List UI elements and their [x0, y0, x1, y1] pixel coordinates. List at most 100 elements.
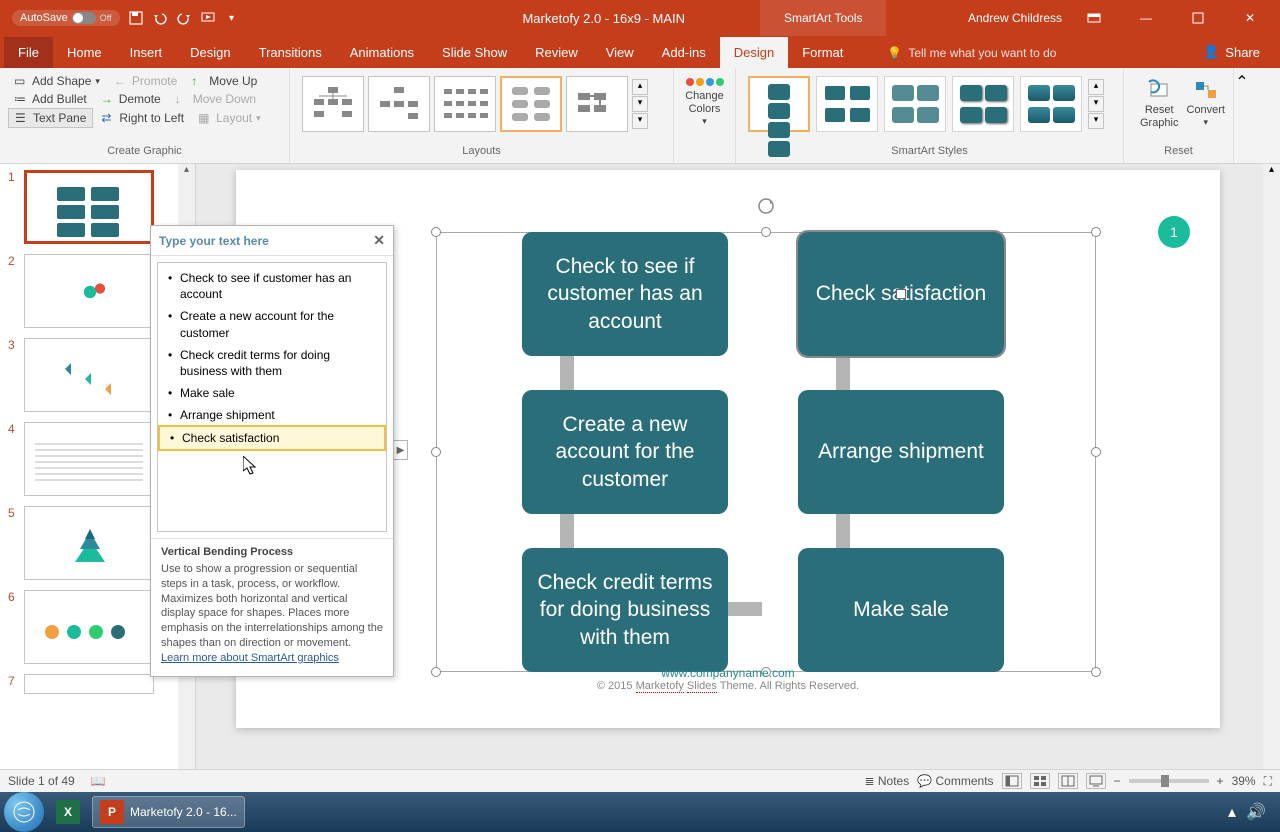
slider-thumb[interactable]	[1161, 775, 1169, 787]
style-option-5[interactable]	[1020, 76, 1082, 132]
layout-option-5[interactable]	[566, 76, 628, 132]
move-up-button[interactable]: ↑Move Up	[185, 72, 263, 90]
add-bullet-button[interactable]: ≔Add Bullet	[8, 90, 93, 108]
textpane-item-selected[interactable]: Check satisfaction	[158, 425, 386, 451]
slide-indicator[interactable]: Slide 1 of 49	[8, 774, 75, 788]
resize-handle[interactable]	[761, 227, 771, 237]
tab-review[interactable]: Review	[521, 37, 592, 68]
volume-icon[interactable]: 🔊	[1246, 802, 1266, 822]
demote-button[interactable]: →Demote	[95, 90, 167, 108]
tab-addins[interactable]: Add-ins	[648, 37, 720, 68]
convert-button[interactable]: Convert▾	[1186, 78, 1225, 130]
comments-button[interactable]: 💬 Comments	[917, 774, 993, 788]
promote-button[interactable]: ←Promote	[108, 72, 183, 90]
text-pane-popup[interactable]: Type your text here ✕ Check to see if cu…	[150, 225, 394, 677]
layout-option-3[interactable]	[434, 76, 496, 132]
tab-smartart-design[interactable]: Design	[720, 37, 788, 68]
normal-view-icon[interactable]	[1002, 773, 1022, 789]
slide-thumbnail-7[interactable]	[24, 674, 154, 694]
share-button[interactable]: 👤Share	[1183, 36, 1280, 68]
tab-home[interactable]: Home	[53, 37, 116, 68]
ribbon-display-icon[interactable]	[1074, 0, 1114, 36]
layouts-more[interactable]: ▴▾▾	[632, 76, 648, 132]
tab-insert[interactable]: Insert	[116, 37, 177, 68]
reading-view-icon[interactable]	[1058, 773, 1078, 789]
layout-button[interactable]: ▦Layout ▾	[192, 108, 267, 128]
tell-me-input[interactable]: 💡Tell me what you want to do	[857, 38, 1183, 68]
slide-thumbnail-3[interactable]	[24, 338, 154, 412]
undo-icon[interactable]	[152, 10, 168, 26]
reset-graphic-button[interactable]: Reset Graphic	[1132, 78, 1186, 130]
add-shape-button[interactable]: ▭Add Shape ▾	[8, 72, 106, 90]
spellcheck-icon[interactable]: 📖	[91, 774, 106, 788]
save-icon[interactable]	[128, 10, 144, 26]
fit-to-window-icon[interactable]: ⛶	[1264, 774, 1272, 789]
rtl-button[interactable]: ⇄Right to Left	[95, 108, 190, 128]
user-name[interactable]: Andrew Childress	[968, 11, 1062, 25]
style-option-2[interactable]	[816, 76, 878, 132]
layout-option-4[interactable]	[500, 76, 562, 132]
textpane-list[interactable]: Check to see if customer has an account …	[157, 262, 387, 532]
slide-thumbnail-2[interactable]	[24, 254, 154, 328]
start-from-beginning-icon[interactable]	[200, 10, 216, 26]
redo-icon[interactable]	[176, 10, 192, 26]
move-down-button[interactable]: ↓Move Down	[169, 90, 262, 108]
tab-animations[interactable]: Animations	[336, 37, 428, 68]
resize-handle[interactable]	[431, 227, 441, 237]
system-tray[interactable]: ▴ 🔊	[1228, 802, 1276, 822]
learn-more-link[interactable]: Learn more about SmartArt graphics	[161, 652, 339, 664]
zoom-out-button[interactable]: −	[1114, 774, 1121, 788]
maximize-icon[interactable]	[1178, 0, 1218, 36]
rotate-handle-icon[interactable]	[756, 196, 776, 221]
layout-option-2[interactable]	[368, 76, 430, 132]
minimize-icon[interactable]: —	[1126, 0, 1166, 36]
styles-more[interactable]: ▴▾▾	[1088, 76, 1104, 132]
textpane-item[interactable]: Make sale	[158, 382, 386, 404]
smartart-box-4[interactable]: Arrange shipment	[798, 390, 1004, 514]
zoom-level[interactable]: 39%	[1232, 774, 1256, 788]
smartart-box-3[interactable]: Create a new account for the customer	[522, 390, 728, 514]
tray-chevron-icon[interactable]: ▴	[1228, 802, 1236, 822]
resize-handle[interactable]	[1091, 447, 1101, 457]
text-pane-button[interactable]: ☰Text Pane	[8, 108, 93, 128]
zoom-slider[interactable]	[1129, 779, 1209, 783]
slide-thumbnail-4[interactable]	[24, 422, 154, 496]
autosave-toggle[interactable]: AutoSave Off	[12, 10, 120, 26]
slideshow-view-icon[interactable]	[1086, 773, 1106, 789]
textpane-item[interactable]: Create a new account for the customer	[158, 305, 386, 343]
slide-thumbnail-1[interactable]	[24, 170, 154, 244]
slide-sorter-icon[interactable]	[1030, 773, 1050, 789]
taskbar-excel[interactable]: X	[48, 796, 88, 828]
textpane-item[interactable]: Check credit terms for doing business wi…	[158, 344, 386, 382]
close-icon[interactable]: ✕	[373, 232, 385, 249]
slide-thumbnail-5[interactable]	[24, 506, 154, 580]
zoom-in-button[interactable]: +	[1217, 774, 1224, 788]
smartart-selection[interactable]: Check to see if customer has an account …	[436, 232, 1096, 672]
tab-design[interactable]: Design	[176, 37, 244, 68]
slide-thumbnail-6[interactable]	[24, 590, 154, 664]
collapse-ribbon-button[interactable]: ⌃	[1234, 68, 1250, 163]
start-button[interactable]	[4, 792, 44, 832]
tab-view[interactable]: View	[592, 37, 648, 68]
smartart-box-5[interactable]: Check credit terms for doing business wi…	[522, 548, 728, 672]
close-icon[interactable]: ✕	[1230, 0, 1270, 36]
canvas-scrollbar-v[interactable]: ▴	[1263, 164, 1280, 769]
tab-slideshow[interactable]: Slide Show	[428, 37, 521, 68]
tab-file[interactable]: File	[4, 37, 53, 68]
layout-option-1[interactable]	[302, 76, 364, 132]
tab-transitions[interactable]: Transitions	[245, 37, 336, 68]
style-option-4[interactable]	[952, 76, 1014, 132]
taskbar-powerpoint[interactable]: PMarketofy 2.0 - 16...	[92, 796, 245, 828]
resize-handle[interactable]	[1091, 227, 1101, 237]
qat-more-icon[interactable]: ▾	[224, 10, 240, 26]
textpane-item[interactable]: Check to see if customer has an account	[158, 267, 386, 305]
textpane-item[interactable]: Arrange shipment	[158, 404, 386, 426]
resize-handle[interactable]	[431, 447, 441, 457]
smartart-box-1[interactable]: Check to see if customer has an account	[522, 232, 728, 356]
notes-button[interactable]: ≣ Notes	[864, 774, 909, 788]
style-option-1[interactable]	[748, 76, 810, 132]
smartart-box-2[interactable]: Check satisfaction	[798, 232, 1004, 356]
smartart-box-6[interactable]: Make sale	[798, 548, 1004, 672]
textpane-collapse-tab[interactable]: ▶	[394, 440, 408, 460]
change-colors-button[interactable]: Change Colors ▾	[682, 72, 727, 127]
